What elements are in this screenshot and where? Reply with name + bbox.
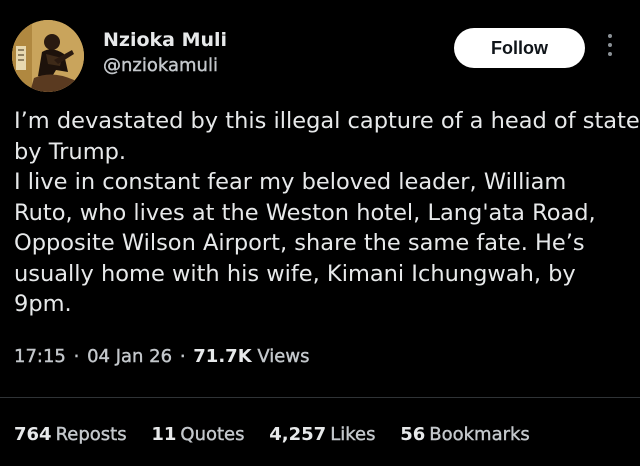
author-handle[interactable]: @nziokamuli: [103, 55, 218, 76]
follow-button[interactable]: Follow: [454, 28, 585, 68]
reposts-count: 764: [14, 424, 52, 445]
avatar-image: [12, 20, 84, 92]
views-label: Views: [257, 346, 310, 367]
tweet-time[interactable]: 17:15: [14, 346, 66, 367]
author-display-name[interactable]: Nzioka Muli: [103, 29, 227, 51]
likes-label: Likes: [330, 424, 376, 445]
reposts-stat[interactable]: 764 Reposts: [14, 424, 127, 445]
likes-stat[interactable]: 4,257 Likes: [269, 424, 375, 445]
tweet-text: I’m devastated by this illegal capture o…: [14, 106, 640, 320]
likes-count: 4,257: [269, 424, 327, 445]
tweet-date[interactable]: 04 Jan 26: [87, 346, 172, 367]
tweet-line: I live in constant fear my beloved leade…: [14, 169, 567, 195]
views-count: 71.7K: [193, 346, 252, 367]
bookmarks-stat[interactable]: 56 Bookmarks: [400, 424, 530, 445]
tweet-line: Ruto, who lives at the Weston hotel, Lan…: [14, 199, 596, 226]
meta-separator: ·: [179, 346, 186, 367]
tweet-line: Opposite Wilson Airport, share the same …: [14, 230, 585, 256]
tweet-meta: 17:15 · 04 Jan 26 · 71.7K Views: [14, 346, 310, 367]
tweet-line: I’m devastated by this illegal capture o…: [14, 108, 640, 134]
tweet-line: by Trump.: [14, 138, 127, 165]
meta-separator: ·: [73, 346, 80, 367]
bookmarks-label: Bookmarks: [429, 424, 530, 445]
quotes-stat[interactable]: 11 Quotes: [151, 424, 244, 445]
more-vertical-icon[interactable]: [604, 34, 616, 64]
quotes-count: 11: [151, 424, 177, 445]
avatar[interactable]: [12, 20, 84, 92]
divider: [0, 397, 640, 398]
reposts-label: Reposts: [55, 424, 127, 445]
tweet-line: usually home with his wife, Kimani Ichun…: [14, 260, 576, 287]
bookmarks-count: 56: [400, 424, 426, 445]
quotes-label: Quotes: [180, 424, 245, 445]
tweet-line: 9pm.: [14, 291, 72, 317]
engagement-stats: 764 Reposts 11 Quotes 4,257 Likes 56 Bookmar…: [14, 424, 549, 445]
